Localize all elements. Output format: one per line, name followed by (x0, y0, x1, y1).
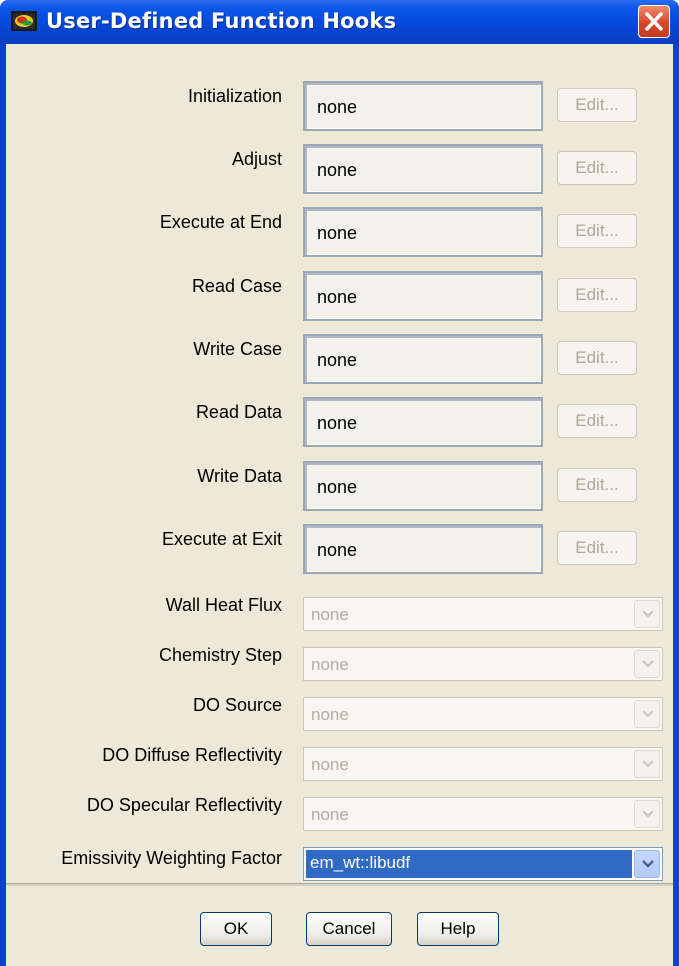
initialization-edit-button[interactable]: Edit... (557, 88, 637, 122)
select-value: none (311, 755, 349, 774)
hook-label: Read Case (191, 276, 282, 296)
select-value: none (311, 655, 349, 674)
field-value: none (317, 223, 358, 243)
field-value: none (317, 97, 358, 117)
ok-button[interactable]: OK (200, 912, 272, 946)
chevron-down-icon[interactable] (634, 850, 660, 878)
fluent-app-icon (11, 11, 37, 31)
read-data-edit-button[interactable]: Edit... (557, 404, 637, 438)
title-bar[interactable]: User-Defined Function Hooks (0, 0, 679, 44)
write-case-field[interactable]: none (303, 334, 543, 384)
read-case-edit-button[interactable]: Edit... (557, 278, 637, 312)
chevron-down-icon[interactable] (634, 600, 660, 628)
read-data-field[interactable]: none (303, 397, 543, 447)
select-value: none (311, 705, 349, 724)
dropdown-label: Chemistry Step (158, 645, 282, 665)
dialog-body: Initialization none Edit... Adjust none … (6, 44, 673, 966)
dialog-title: User-Defined Function Hooks (46, 9, 397, 33)
select-value: em_wt::libudf (310, 853, 411, 872)
cancel-button[interactable]: Cancel (306, 912, 392, 946)
udf-hooks-dialog: User-Defined Function Hooks Initializati… (0, 0, 679, 966)
hook-label: Write Data (197, 466, 282, 486)
chevron-down-icon[interactable] (634, 800, 660, 828)
adjust-field[interactable]: none (303, 144, 543, 194)
wall-heat-flux-select[interactable]: none (303, 597, 663, 631)
dropdown-label: DO Diffuse Reflectivity (102, 745, 282, 765)
read-case-field[interactable]: none (303, 271, 543, 321)
hook-label: Read Data (195, 402, 282, 422)
field-value: none (317, 540, 358, 560)
field-value: none (317, 477, 358, 497)
execute-at-exit-field[interactable]: none (303, 524, 543, 574)
chevron-down-icon[interactable] (634, 700, 660, 728)
adjust-edit-button[interactable]: Edit... (557, 151, 637, 185)
field-value: none (317, 413, 358, 433)
execute-at-exit-edit-button[interactable]: Edit... (557, 531, 637, 565)
emissivity-weighting-factor-select[interactable]: em_wt::libudf (303, 847, 663, 881)
chemistry-step-select[interactable]: none (303, 647, 663, 681)
select-value: none (311, 805, 349, 824)
hook-label: Write Case (193, 339, 282, 359)
chevron-down-icon[interactable] (634, 750, 660, 778)
chevron-down-icon[interactable] (634, 650, 660, 678)
field-value: none (317, 287, 358, 307)
write-data-field[interactable]: none (303, 461, 543, 511)
execute-at-end-field[interactable]: none (303, 207, 543, 257)
do-diffuse-reflectivity-select[interactable]: none (303, 747, 663, 781)
do-specular-reflectivity-select[interactable]: none (303, 797, 663, 831)
dropdown-label: Emissivity Weighting Factor (61, 848, 282, 868)
button-separator (6, 883, 673, 886)
initialization-field[interactable]: none (303, 81, 543, 131)
do-source-select[interactable]: none (303, 697, 663, 731)
write-data-edit-button[interactable]: Edit... (557, 468, 637, 502)
hook-label: Initialization (187, 86, 282, 106)
help-button[interactable]: Help (417, 912, 499, 946)
dropdown-label: Wall Heat Flux (165, 595, 282, 615)
write-case-edit-button[interactable]: Edit... (557, 341, 637, 375)
field-value: none (317, 160, 358, 180)
dropdown-label: DO Specular Reflectivity (86, 795, 282, 815)
execute-at-end-edit-button[interactable]: Edit... (557, 214, 637, 248)
hook-label: Execute at Exit (161, 529, 282, 549)
field-value: none (317, 350, 358, 370)
close-icon (639, 12, 669, 41)
dropdown-label: DO Source (192, 695, 282, 715)
select-value: none (311, 605, 349, 624)
hook-label: Adjust (231, 149, 282, 169)
close-button[interactable] (638, 5, 670, 38)
hook-label: Execute at End (159, 212, 282, 232)
